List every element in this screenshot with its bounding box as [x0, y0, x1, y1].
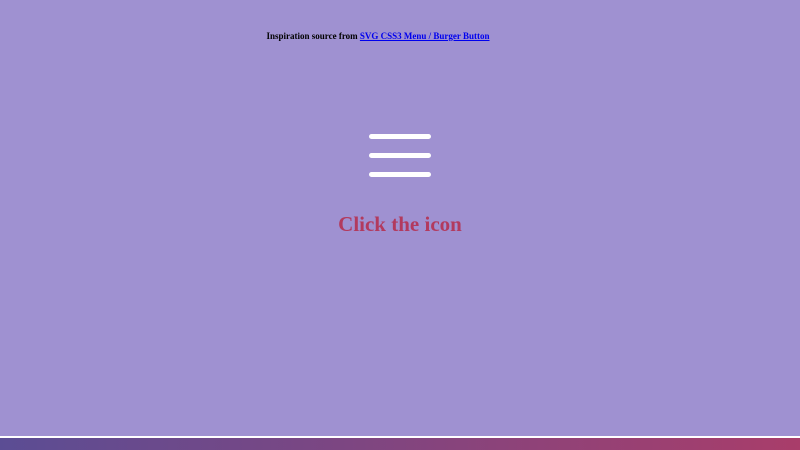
footer-gradient-bar	[0, 438, 800, 450]
credit-link[interactable]: SVG CSS3 Menu / Burger Button	[360, 31, 490, 41]
menu-bar-middle	[369, 153, 431, 158]
menu-bar-bottom	[369, 172, 431, 177]
menu-bar-top	[369, 134, 431, 139]
instruction-caption: Click the icon	[338, 212, 462, 236]
hamburger-menu-icon[interactable]	[369, 134, 431, 178]
credit-prefix: Inspiration source from	[266, 31, 360, 41]
page: { "credit": { "prefix": "Inspiration sou…	[0, 0, 800, 450]
inspiration-credit: Inspiration source from SVG CSS3 Menu / …	[0, 30, 756, 42]
